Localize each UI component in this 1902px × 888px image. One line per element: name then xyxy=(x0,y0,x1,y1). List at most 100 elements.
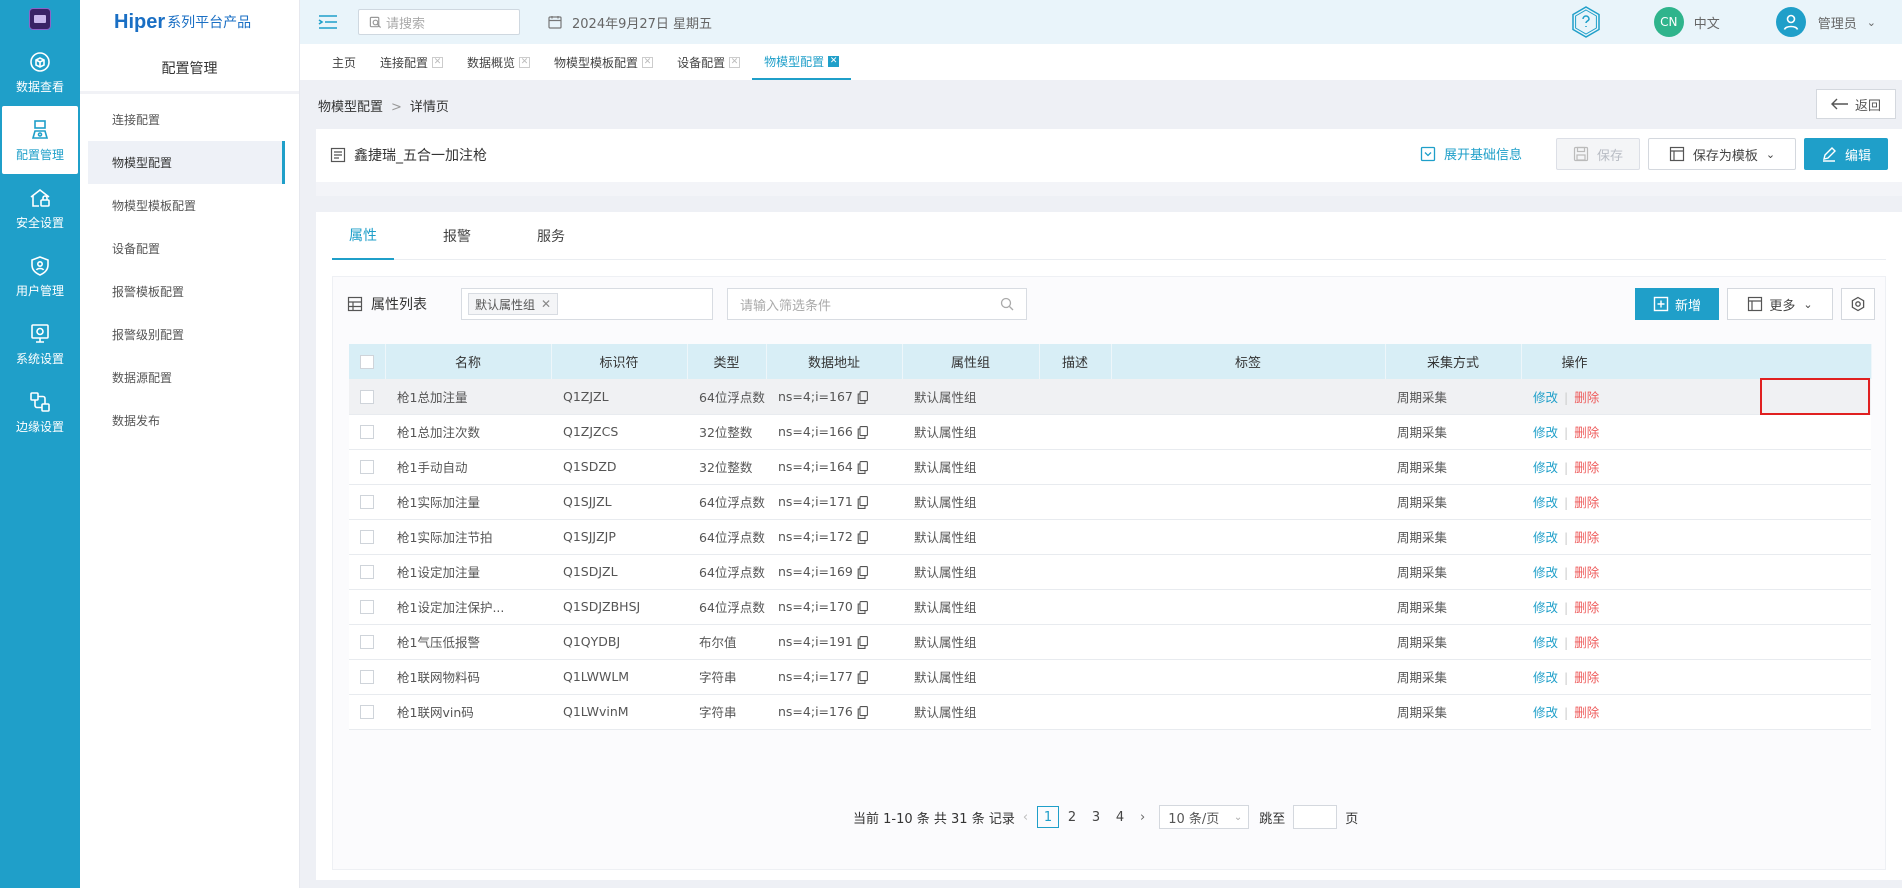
rail-item-config[interactable]: 配置管理 xyxy=(2,106,78,174)
tab-device[interactable]: 设备配置 ✕ xyxy=(665,44,752,80)
table-row[interactable]: 枪1实际加注量 Q1SJJZL 64位浮点数 ns=4;i=171 默认属性组 周期采集 修… xyxy=(349,484,1871,519)
save-button[interactable]: 保存 xyxy=(1556,138,1640,170)
rail-item-system[interactable]: 系统设置 xyxy=(0,310,80,378)
edit-link[interactable]: 修改 xyxy=(1533,565,1558,580)
close-icon[interactable]: ✕ xyxy=(519,56,531,68)
save-as-template-button[interactable]: 保存为模板 ⌄ xyxy=(1648,138,1796,170)
page-size-select[interactable]: 10 条/页 ⌄ xyxy=(1159,805,1250,829)
copy-icon[interactable] xyxy=(857,636,868,649)
search-input[interactable]: 请搜索 xyxy=(358,9,520,35)
row-checkbox[interactable] xyxy=(349,379,385,414)
table-row[interactable]: 枪1联网物料码 Q1LWWLM 字符串 ns=4;i=177 默认属性组 周期采集 修改 | 删… xyxy=(349,659,1871,694)
tab-home[interactable]: 主页 xyxy=(320,44,368,80)
menu-toggle-icon[interactable] xyxy=(318,15,338,29)
edit-link[interactable]: 修改 xyxy=(1533,705,1558,720)
prev-page-icon[interactable]: ‹ xyxy=(1023,810,1028,825)
close-icon[interactable]: ✕ xyxy=(541,297,551,311)
sidebar-item-connection[interactable]: 连接配置 xyxy=(80,98,299,141)
jump-page-input[interactable] xyxy=(1293,805,1338,829)
table-row[interactable]: 枪1手动自动 Q1SDZD 32位整数 ns=4;i=164 默认属性组 周期采集 修改 | 删… xyxy=(349,449,1871,484)
rail-item-edge[interactable]: 边缘设置 xyxy=(0,378,80,446)
page-button[interactable]: 1 xyxy=(1037,806,1060,828)
rail-item-security[interactable]: 安全设置 xyxy=(0,174,80,242)
table-row[interactable]: 枪1联网vin码 Q1LWvinM 字符串 ns=4;i=176 默认属性组 周期采集 修改… xyxy=(349,694,1871,729)
row-checkbox[interactable] xyxy=(349,694,385,729)
delete-link[interactable]: 删除 xyxy=(1574,495,1599,510)
edit-link[interactable]: 修改 xyxy=(1533,460,1558,475)
delete-link[interactable]: 删除 xyxy=(1574,670,1599,685)
property-group-select[interactable]: 默认属性组 ✕ xyxy=(461,288,713,320)
table-row[interactable]: 枪1实际加注节拍 Q1SJJZJP 64位浮点数 ns=4;i=172 默认属性组 周期采… xyxy=(349,519,1871,554)
row-checkbox[interactable] xyxy=(349,589,385,624)
sidebar-item-device[interactable]: 设备配置 xyxy=(80,227,299,270)
delete-link[interactable]: 删除 xyxy=(1574,565,1599,580)
page-button[interactable]: 4 xyxy=(1109,806,1131,828)
edit-button[interactable]: 编辑 xyxy=(1804,138,1888,170)
close-icon[interactable]: ✕ xyxy=(432,56,444,68)
next-page-icon[interactable]: › xyxy=(1140,810,1145,825)
table-row[interactable]: 枪1气压低报警 Q1QYDBJ 布尔值 ns=4;i=191 默认属性组 周期采集 修改 | 删… xyxy=(349,624,1871,659)
back-button[interactable]: 返回 xyxy=(1816,89,1896,119)
breadcrumb-parent[interactable]: 物模型配置 xyxy=(318,100,383,115)
tab-alarms[interactable]: 报警 xyxy=(426,212,488,260)
edit-link[interactable]: 修改 xyxy=(1533,425,1558,440)
delete-link[interactable]: 删除 xyxy=(1574,460,1599,475)
delete-link[interactable]: 删除 xyxy=(1574,705,1599,720)
delete-link[interactable]: 删除 xyxy=(1574,600,1599,615)
copy-icon[interactable] xyxy=(857,461,868,474)
user-menu[interactable]: 管理员 ⌄ xyxy=(1775,7,1876,37)
edit-link[interactable]: 修改 xyxy=(1533,600,1558,615)
select-all-checkbox[interactable] xyxy=(349,344,386,379)
page-button[interactable]: 3 xyxy=(1085,806,1107,828)
edit-link[interactable]: 修改 xyxy=(1533,530,1558,545)
copy-icon[interactable] xyxy=(857,496,868,509)
table-row[interactable]: 枪1总加注次数 Q1ZJZCS 32位整数 ns=4;i=166 默认属性组 周期采集 修改… xyxy=(349,414,1871,449)
help-hexagon-icon[interactable] xyxy=(1568,4,1604,40)
edit-link[interactable]: 修改 xyxy=(1533,635,1558,650)
tab-connection[interactable]: 连接配置 ✕ xyxy=(368,44,455,80)
copy-icon[interactable] xyxy=(857,671,868,684)
delete-link[interactable]: 删除 xyxy=(1574,635,1599,650)
delete-link[interactable]: 删除 xyxy=(1574,530,1599,545)
copy-icon[interactable] xyxy=(857,706,868,719)
row-checkbox[interactable] xyxy=(349,659,385,694)
row-checkbox[interactable] xyxy=(349,449,385,484)
add-property-button[interactable]: 新增 xyxy=(1635,288,1719,320)
edit-link[interactable]: 修改 xyxy=(1533,390,1558,405)
row-checkbox[interactable] xyxy=(349,624,385,659)
edit-link[interactable]: 修改 xyxy=(1533,670,1558,685)
copy-icon[interactable] xyxy=(857,426,868,439)
sidebar-item-publish[interactable]: 数据发布 xyxy=(80,399,299,442)
table-row[interactable]: 枪1总加注量 Q1ZJZL 64位浮点数 ns=4;i=167 默认属性组 周期采集 修改 |… xyxy=(349,379,1871,414)
copy-icon[interactable] xyxy=(857,566,868,579)
row-checkbox[interactable] xyxy=(349,414,385,449)
delete-link[interactable]: 删除 xyxy=(1574,425,1599,440)
close-icon[interactable]: ✕ xyxy=(729,56,741,68)
more-button[interactable]: 更多 ⌄ xyxy=(1727,288,1833,320)
sidebar-item-datasource[interactable]: 数据源配置 xyxy=(80,356,299,399)
sidebar-item-alarm-template[interactable]: 报警模板配置 xyxy=(80,270,299,313)
tab-services[interactable]: 服务 xyxy=(520,212,582,260)
row-checkbox[interactable] xyxy=(349,554,385,589)
tab-properties[interactable]: 属性 xyxy=(332,212,394,260)
tab-thing-model-template[interactable]: 物模型模板配置 ✕ xyxy=(542,44,665,80)
filter-input[interactable]: 请输入筛选条件 xyxy=(727,288,1027,320)
tab-thing-model[interactable]: 物模型配置 ✕ xyxy=(752,44,852,80)
copy-icon[interactable] xyxy=(857,601,868,614)
table-row[interactable]: 枪1设定加注量 Q1SDJZL 64位浮点数 ns=4;i=169 默认属性组 周期采集 修… xyxy=(349,554,1871,589)
table-row[interactable]: 枪1设定加注保护... Q1SDJZBHSJ 64位浮点数 ns=4;i=170 默认属… xyxy=(349,589,1871,624)
copy-icon[interactable] xyxy=(857,531,868,544)
table-settings-button[interactable] xyxy=(1841,288,1875,320)
edit-link[interactable]: 修改 xyxy=(1533,495,1558,510)
sidebar-item-thing-model-template[interactable]: 物模型模板配置 xyxy=(80,184,299,227)
tab-data-overview[interactable]: 数据概览 ✕ xyxy=(455,44,542,80)
rail-item-data-view[interactable]: 数据查看 xyxy=(0,38,80,106)
close-icon[interactable]: ✕ xyxy=(642,56,654,68)
row-checkbox[interactable] xyxy=(349,519,385,554)
row-checkbox[interactable] xyxy=(349,484,385,519)
page-button[interactable]: 2 xyxy=(1061,806,1083,828)
copy-icon[interactable] xyxy=(857,390,868,404)
close-icon[interactable]: ✕ xyxy=(828,55,840,67)
delete-link[interactable]: 删除 xyxy=(1574,390,1599,405)
language-switch[interactable]: CN 中文 xyxy=(1653,7,1720,37)
